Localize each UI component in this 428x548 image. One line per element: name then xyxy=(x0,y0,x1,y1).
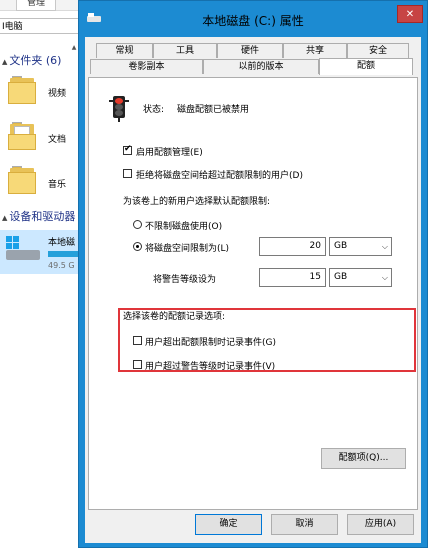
traffic-light-icon xyxy=(109,96,129,122)
folder-label-music: 音乐 xyxy=(48,180,67,190)
tab-general[interactable]: 常规 xyxy=(96,43,153,58)
folder-label-documents: 文档 xyxy=(48,135,67,145)
drive-free-space: 49.5 G xyxy=(48,261,75,270)
collapse-arrow-icon: ▲ xyxy=(2,214,8,222)
local-disk-icon xyxy=(6,236,42,262)
ok-button[interactable]: 确定 xyxy=(195,514,262,535)
drive-name: 本地磁 xyxy=(48,238,76,248)
quota-entries-button[interactable]: 配额项(Q)... xyxy=(321,448,406,469)
folder-label-video: 视频 xyxy=(48,89,67,99)
limit-unit-select[interactable]: GB ⌵ xyxy=(329,237,392,256)
limit-value-input[interactable]: 20 xyxy=(259,237,326,256)
folder-video-icon[interactable] xyxy=(8,76,38,104)
warning-label: 将警告等级设为 xyxy=(153,275,217,285)
chevron-down-icon: ⌵ xyxy=(381,242,388,251)
dialog-client-area: 常规 工具 硬件 共享 安全 卷影副本 以前的版本 配额 状态: 磁盘配额已被禁… xyxy=(85,37,421,543)
status-label: 状态: xyxy=(143,105,165,115)
status-value: 磁盘配额已被禁用 xyxy=(177,105,250,115)
folder-documents-icon[interactable] xyxy=(8,122,38,150)
tab-security[interactable]: 安全 xyxy=(347,43,409,58)
apply-button[interactable]: 应用(A) xyxy=(347,514,414,535)
ribbon-tab-manage[interactable]: 管理 xyxy=(16,0,56,11)
tab-tools[interactable]: 工具 xyxy=(153,43,217,58)
folder-music-icon[interactable] xyxy=(8,166,38,194)
scroll-up-icon[interactable]: ▲ xyxy=(70,44,78,52)
enable-quota-label[interactable]: 启用配额管理(E) xyxy=(136,145,203,158)
log-warning-label[interactable]: 用户超过警告等级时记录事件(V) xyxy=(145,359,275,372)
deny-space-label[interactable]: 拒绝将磁盘空间给超过配额限制的用户(D) xyxy=(136,168,303,181)
deny-space-checkbox[interactable] xyxy=(123,169,132,178)
log-exceed-label[interactable]: 用户超出配额限制时记录事件(G) xyxy=(145,335,276,348)
properties-dialog: 本地磁盘 (C:) 属性 ✕ 常规 工具 硬件 共享 安全 卷影副本 以前的版本… xyxy=(78,0,428,548)
chevron-down-icon: ⌵ xyxy=(381,273,388,282)
tab-shadow-copies[interactable]: 卷影副本 xyxy=(90,59,203,74)
dialog-title: 本地磁盘 (C:) 属性 xyxy=(202,14,304,28)
drive-capacity-bar xyxy=(48,251,80,257)
no-limit-radio[interactable] xyxy=(133,220,142,229)
tab-previous-versions[interactable]: 以前的版本 xyxy=(203,59,319,74)
enable-quota-checkbox[interactable] xyxy=(123,144,132,155)
tab-quota[interactable]: 配额 xyxy=(319,58,413,75)
warning-unit-select[interactable]: GB ⌵ xyxy=(329,268,392,287)
limit-label[interactable]: 将磁盘空间限制为(L) xyxy=(145,241,229,254)
collapse-arrow-icon: ▲ xyxy=(2,58,8,66)
limit-radio[interactable] xyxy=(133,242,142,251)
drive-item-c[interactable]: 本地磁 49.5 G xyxy=(0,230,80,274)
warning-value-input[interactable]: 15 xyxy=(259,268,326,287)
log-warning-checkbox[interactable] xyxy=(133,360,142,369)
close-button[interactable]: ✕ xyxy=(397,5,423,23)
default-limit-heading: 为该卷上的新用户选择默认配额限制: xyxy=(123,197,271,207)
no-limit-label[interactable]: 不限制磁盘使用(O) xyxy=(145,219,222,232)
folders-section-header[interactable]: ▲ 文件夹 (6) xyxy=(2,52,61,68)
tab-hardware[interactable]: 硬件 xyxy=(217,43,283,58)
dialog-titlebar[interactable]: 本地磁盘 (C:) 属性 ✕ xyxy=(79,1,427,35)
cancel-button[interactable]: 取消 xyxy=(271,514,338,535)
tab-sharing[interactable]: 共享 xyxy=(283,43,347,58)
quota-tab-panel: 状态: 磁盘配额已被禁用 启用配额管理(E) 拒绝将磁盘空间给超过配额限制的用户… xyxy=(88,77,418,510)
log-exceed-checkbox[interactable] xyxy=(133,336,142,345)
log-heading: 选择该卷的配额记录选项: xyxy=(123,312,226,322)
devices-section-header[interactable]: ▲ 设备和驱动器 xyxy=(2,208,75,224)
address-bar[interactable]: I电脑 xyxy=(0,18,80,34)
